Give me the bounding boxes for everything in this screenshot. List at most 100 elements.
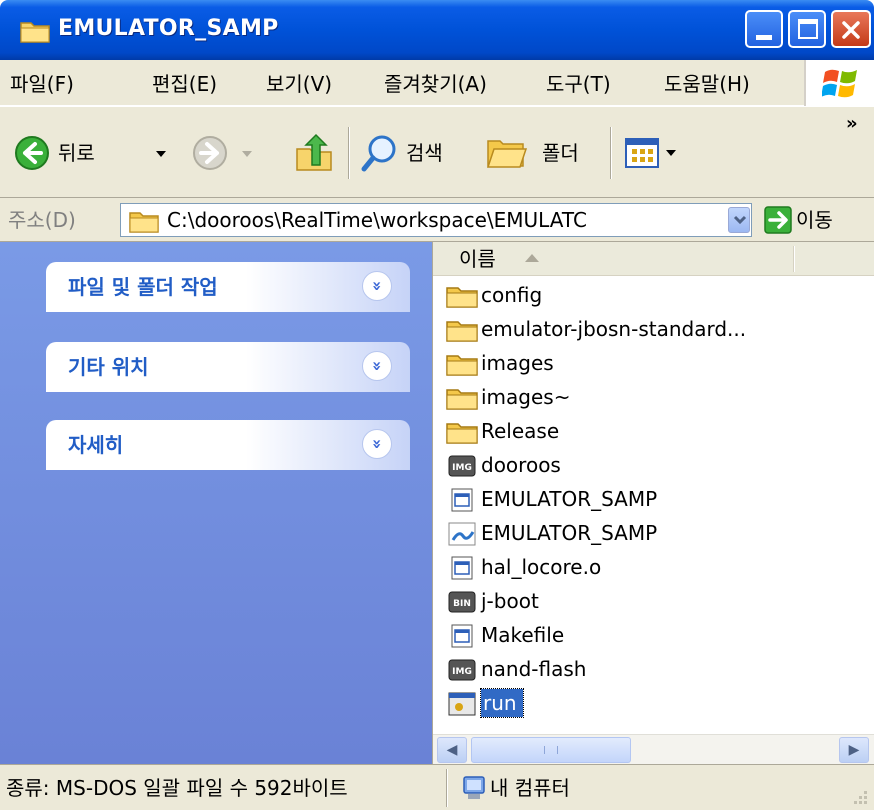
file-row[interactable]: Makefile — [445, 618, 865, 652]
details-panel[interactable]: 자세히 » — [46, 420, 410, 470]
scroll-right-button[interactable]: ▶ — [839, 737, 869, 763]
address-input[interactable]: C:\dooroos\RealTime\workspace\EMULATC — [120, 203, 752, 237]
file-row[interactable]: IMG nand-flash — [445, 652, 865, 686]
panel-title: 파일 및 폴더 작업 — [68, 275, 218, 299]
up-folder-icon[interactable] — [294, 133, 334, 173]
maximize-icon — [798, 19, 818, 39]
resize-grip-icon[interactable] — [850, 789, 870, 809]
file-row[interactable]: images — [445, 346, 865, 380]
file-row[interactable]: BIN j-boot — [445, 584, 865, 618]
chevron-down-icon[interactable]: » — [362, 351, 392, 381]
address-label: 주소(D) — [8, 208, 76, 232]
views-button[interactable] — [624, 135, 694, 171]
scroll-thumb[interactable] — [471, 737, 631, 763]
file-name: Makefile — [481, 623, 565, 647]
file-row[interactable]: Release — [445, 414, 865, 448]
file-row[interactable]: hal_locore.o — [445, 550, 865, 584]
file-row[interactable]: run — [445, 686, 865, 720]
title-bar[interactable]: EMULATOR_SAMP — [0, 0, 874, 60]
svg-text:BIN: BIN — [453, 599, 471, 609]
chevron-down-icon[interactable]: » — [362, 271, 392, 301]
menu-view[interactable]: 보기(V) — [266, 72, 332, 96]
file-row[interactable]: EMULATOR_SAMP — [445, 516, 865, 550]
file-row[interactable]: emulator-jbosn-standard... — [445, 312, 865, 346]
folders-label: 폴더 — [542, 141, 579, 165]
window-title: EMULATOR_SAMP — [58, 16, 279, 41]
file-name: emulator-jbosn-standard... — [481, 317, 747, 341]
folder-icon — [129, 212, 159, 233]
folder-icon — [445, 386, 479, 410]
back-arrow-icon — [15, 136, 49, 170]
app-file-icon — [445, 488, 479, 512]
search-button[interactable]: 검색 — [360, 131, 470, 175]
file-name: config — [481, 283, 543, 307]
menu-favorites[interactable]: 즐겨찾기(A) — [384, 72, 487, 96]
file-name: Release — [481, 419, 560, 443]
file-row[interactable]: IMG dooroos — [445, 448, 865, 482]
file-name: dooroos — [481, 453, 561, 477]
chevron-down-icon[interactable]: » — [362, 429, 392, 459]
img-file-icon: IMG — [445, 454, 479, 478]
chevron-down-icon — [733, 215, 747, 225]
toolbar-separator — [610, 127, 612, 179]
forward-arrow-icon — [193, 136, 227, 170]
forward-button[interactable] — [192, 131, 262, 175]
scroll-left-button[interactable]: ◀ — [437, 737, 467, 763]
menu-help[interactable]: 도움말(H) — [664, 72, 750, 96]
file-row[interactable]: config — [445, 278, 865, 312]
file-name: hal_locore.o — [481, 555, 602, 579]
svg-text:IMG: IMG — [452, 463, 472, 473]
go-button[interactable]: 이동 — [764, 204, 868, 238]
views-grid-icon — [625, 138, 659, 168]
folders-button[interactable]: 폴더 — [486, 131, 596, 175]
other-places-panel[interactable]: 기타 위치 » — [46, 342, 410, 392]
toolbar-overflow-icon[interactable]: » — [846, 113, 858, 134]
minimize-icon — [756, 35, 772, 40]
menu-tools[interactable]: 도구(T) — [546, 72, 611, 96]
file-rows: config emulator-jbosn-standard... images im… — [433, 278, 874, 734]
file-name: images — [481, 351, 554, 375]
folder-icon — [445, 318, 479, 342]
search-icon — [361, 135, 396, 172]
grip-icon — [544, 746, 558, 754]
address-path: C:\dooroos\RealTime\workspace\EMULATC — [167, 208, 587, 232]
close-button[interactable] — [831, 10, 871, 48]
windows-flag-icon — [822, 69, 857, 98]
forward-dropdown-icon[interactable] — [242, 151, 252, 157]
file-row[interactable]: images~ — [445, 380, 865, 414]
back-button[interactable]: 뒤로 — [14, 131, 170, 175]
column-divider[interactable] — [793, 246, 795, 272]
img-file-icon: IMG — [445, 658, 479, 682]
file-name: nand-flash — [481, 657, 587, 681]
file-row[interactable]: EMULATOR_SAMP — [445, 482, 865, 516]
address-dropdown-button[interactable] — [728, 207, 750, 233]
horizontal-scrollbar[interactable]: ◀ ▶ — [433, 734, 874, 764]
column-name-label[interactable]: 이름 — [459, 246, 496, 272]
app-file-icon — [445, 556, 479, 580]
batch-file-icon — [445, 692, 479, 716]
status-file-info: 종류: MS-DOS 일괄 파일 수 592바이트 — [6, 776, 348, 800]
column-header[interactable]: 이름 — [433, 242, 874, 276]
status-location: 내 컴퓨터 — [490, 776, 570, 800]
svg-text:IMG: IMG — [452, 667, 472, 677]
close-icon — [842, 21, 860, 39]
status-divider — [446, 769, 448, 807]
sort-ascending-icon — [525, 254, 539, 262]
panel-title: 기타 위치 — [68, 355, 149, 379]
panel-title: 자세히 — [68, 433, 124, 457]
file-folder-tasks-panel[interactable]: 파일 및 폴더 작업 » — [46, 262, 410, 312]
go-arrow-icon — [764, 206, 792, 234]
back-dropdown-icon[interactable] — [156, 151, 166, 157]
file-name: EMULATOR_SAMP — [481, 487, 658, 511]
menu-file[interactable]: 파일(F) — [10, 72, 74, 96]
maximize-button[interactable] — [788, 10, 826, 48]
folder-icon — [445, 420, 479, 444]
menu-bar: 파일(F) 편집(E) 보기(V) 즐겨찾기(A) 도구(T) 도움말(H) — [0, 60, 874, 106]
minimize-button[interactable] — [745, 10, 783, 48]
views-dropdown-icon[interactable] — [666, 150, 676, 156]
menu-edit[interactable]: 편집(E) — [152, 72, 217, 96]
my-computer-icon — [463, 776, 485, 799]
task-pane: 파일 및 폴더 작업 » 기타 위치 » 자세히 » — [0, 242, 432, 764]
folder-icon — [445, 352, 479, 376]
bin-file-icon: BIN — [445, 590, 479, 614]
